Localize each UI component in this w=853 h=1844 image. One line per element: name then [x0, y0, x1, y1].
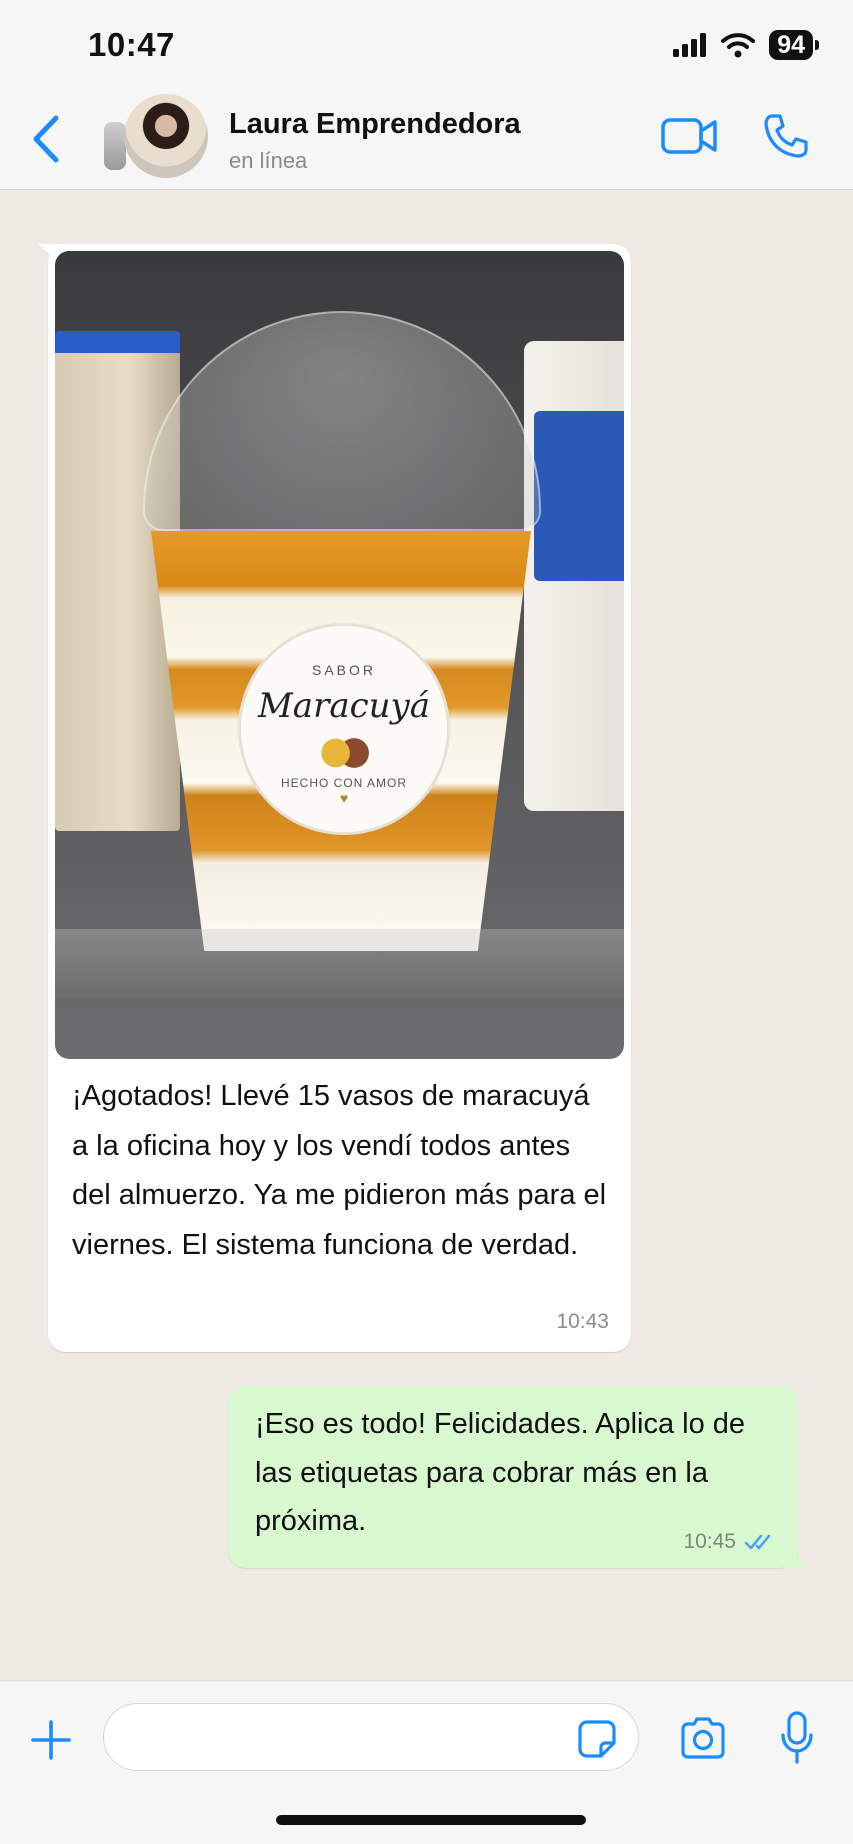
cellular-signal-icon [673, 33, 707, 57]
message-input[interactable] [103, 1703, 639, 1771]
phone-call-icon[interactable] [762, 112, 810, 160]
incoming-message-time: 10:43 [556, 1310, 609, 1333]
input-bar [0, 1680, 853, 1844]
back-chevron-icon[interactable] [28, 114, 64, 164]
contact-name[interactable]: Laura Emprendedora [229, 108, 521, 141]
label-main-text: Maracuyá [257, 686, 431, 726]
chat-header: Laura Emprendedora en línea [0, 92, 853, 190]
plus-icon[interactable] [30, 1719, 72, 1761]
outgoing-message-time: 10:45 [683, 1530, 736, 1553]
photo-shelf [55, 929, 624, 999]
video-call-icon[interactable] [660, 116, 718, 156]
outgoing-message-bubble[interactable]: ¡Eso es todo! Felicidades. Aplica lo de … [228, 1386, 798, 1568]
outgoing-message-meta: 10:45 [683, 1530, 776, 1554]
label-bottom-text: HECHO CON AMOR [280, 776, 407, 790]
incoming-message-text: ¡Agotados! Llevé 15 vasos de maracuyá a … [72, 1080, 607, 1261]
photo-cup-lid [143, 311, 541, 531]
label-top-text: SABOR [311, 662, 376, 678]
sticker-icon[interactable] [577, 1719, 617, 1759]
product-label: SABOR Maracuyá HECHO CON AMOR ♥ [238, 623, 450, 835]
outgoing-message-text: ¡Eso es todo! Felicidades. Aplica lo de … [255, 1408, 746, 1537]
avatar[interactable] [124, 94, 208, 178]
status-icons: 94 [673, 30, 819, 60]
heart-icon: ♥ [339, 790, 349, 806]
contact-status: en línea [229, 148, 308, 173]
microphone-icon[interactable] [780, 1711, 814, 1765]
passion-fruit-icon [316, 736, 372, 770]
message-photo[interactable]: SABOR Maracuyá HECHO CON AMOR ♥ [55, 251, 624, 1059]
read-receipt-icon [744, 1534, 771, 1550]
home-indicator[interactable] [276, 1815, 586, 1825]
battery-indicator: 94 [769, 30, 819, 60]
status-time: 10:47 [88, 26, 175, 63]
camera-icon[interactable] [679, 1717, 727, 1759]
status-bar: 10:47 94 [0, 0, 853, 92]
incoming-message-bubble[interactable]: SABOR Maracuyá HECHO CON AMOR ♥ ¡Agotado… [48, 244, 631, 1352]
avatar-secondary [104, 122, 126, 170]
wifi-icon [721, 33, 756, 58]
photo-tub-label [534, 411, 624, 581]
